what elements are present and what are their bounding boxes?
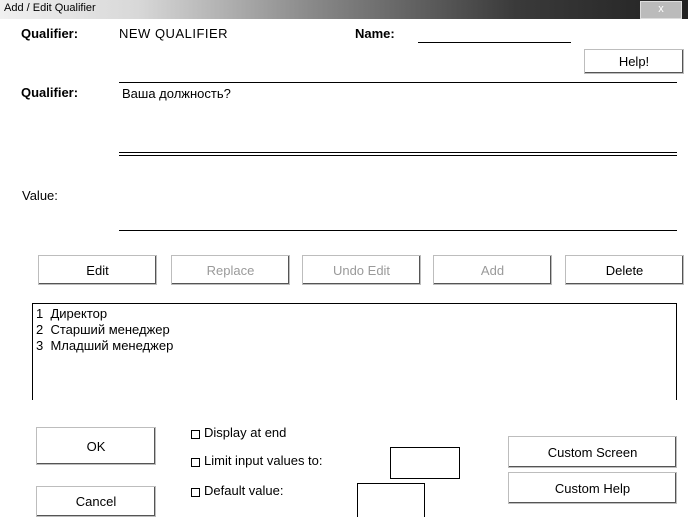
- qualifier-id-label: Qualifier:: [21, 26, 79, 41]
- list-item-number: 1: [36, 306, 44, 321]
- cancel-button[interactable]: Cancel: [36, 486, 156, 517]
- add-button[interactable]: Add: [433, 255, 552, 285]
- value-label: Value:: [22, 188, 58, 203]
- default-value-checkbox[interactable]: [191, 488, 200, 497]
- list-item-number: 3: [36, 338, 44, 353]
- window-title: Add / Edit Qualifier: [4, 2, 96, 14]
- limit-input-field[interactable]: [390, 447, 460, 479]
- help-button[interactable]: Help!: [584, 49, 684, 74]
- name-label: Name:: [355, 26, 395, 41]
- replace-button[interactable]: Replace: [171, 255, 290, 285]
- list-item[interactable]: 2 Старший менеджер: [36, 322, 170, 337]
- value-field[interactable]: [119, 230, 677, 231]
- qualifier-id-value: NEW QUALIFIER: [119, 26, 229, 41]
- default-value-field[interactable]: [357, 483, 425, 517]
- qualifier-text-bottom-border: [119, 152, 677, 156]
- qualifier-text-top-border: [119, 82, 677, 83]
- values-list[interactable]: 1 Директор 2 Старший менеджер 3 Младший …: [32, 303, 677, 400]
- close-button[interactable]: x: [640, 1, 682, 19]
- list-item[interactable]: 1 Директор: [36, 306, 107, 321]
- list-item[interactable]: 3 Младший менеджер: [36, 338, 173, 353]
- add-edit-qualifier-dialog: Add / Edit Qualifier x Qualifier: NEW QU…: [0, 0, 688, 517]
- default-value-label: Default value:: [204, 483, 284, 498]
- edit-button[interactable]: Edit: [38, 255, 157, 285]
- close-icon: x: [658, 3, 664, 15]
- display-at-end-label: Display at end: [204, 425, 287, 440]
- limit-input-label: Limit input values to:: [204, 453, 323, 468]
- ok-button[interactable]: OK: [36, 427, 156, 465]
- qualifier-text-field[interactable]: Ваша должность?: [122, 86, 231, 101]
- name-field[interactable]: [418, 42, 571, 43]
- list-item-number: 2: [36, 322, 44, 337]
- custom-help-button[interactable]: Custom Help: [508, 472, 677, 504]
- list-item-text: Директор: [50, 306, 108, 321]
- display-at-end-checkbox[interactable]: [191, 430, 200, 439]
- qualifier-text-label: Qualifier:: [21, 85, 79, 100]
- list-item-text: Старший менеджер: [50, 322, 170, 337]
- title-bar: Add / Edit Qualifier x: [0, 0, 688, 19]
- custom-screen-button[interactable]: Custom Screen: [508, 436, 677, 468]
- delete-button[interactable]: Delete: [565, 255, 684, 285]
- limit-input-checkbox[interactable]: [191, 458, 200, 467]
- undo-edit-button[interactable]: Undo Edit: [302, 255, 421, 285]
- list-item-text: Младший менеджер: [50, 338, 174, 353]
